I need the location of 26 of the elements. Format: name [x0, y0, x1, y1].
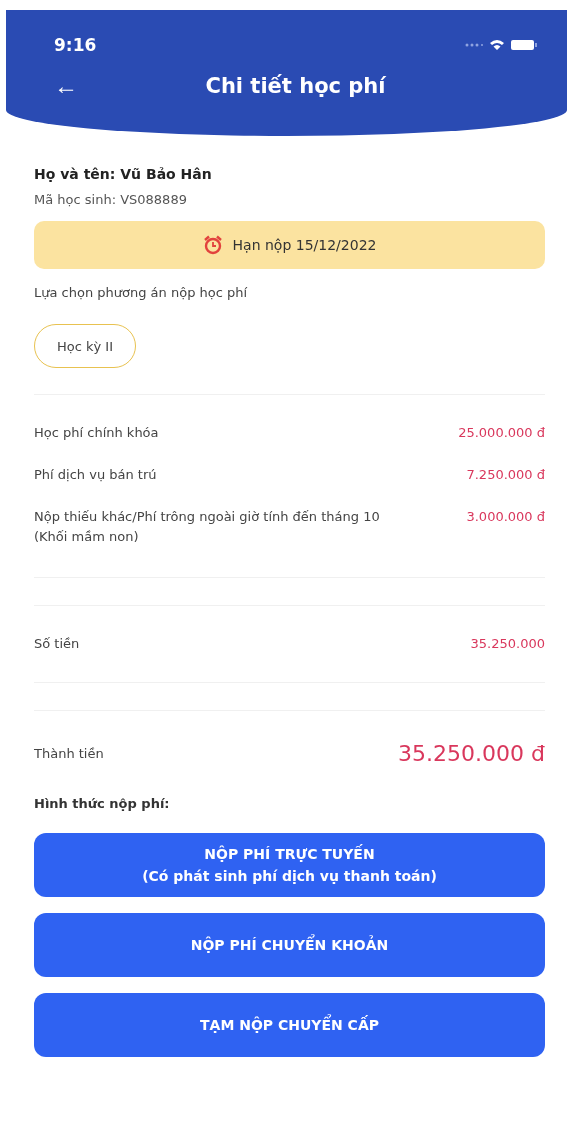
fee-amount: 7.250.000 đ — [466, 466, 545, 484]
subtotal-label: Số tiền — [34, 635, 80, 653]
wifi-icon — [489, 39, 505, 51]
student-name: Họ và tên: Vũ Bảo Hân — [34, 166, 213, 182]
fee-name: Học phí chính khóa — [34, 424, 159, 442]
student-id: Mã học sinh: VS088889 — [34, 192, 188, 207]
signal-icon — [465, 43, 483, 47]
total-amount: 35.250.000 đ — [398, 741, 545, 766]
fee-name: Phí dịch vụ bán trú — [34, 466, 157, 484]
alarm-clock-icon — [202, 235, 223, 255]
battery-icon — [511, 39, 537, 51]
total-label: Thành tiền — [34, 744, 104, 763]
back-button[interactable]: ← — [54, 72, 94, 100]
fee-amount: 25.000.000 đ — [458, 424, 545, 442]
payment-button[interactable]: NỘP PHÍ CHUYỂN KHOẢN — [34, 913, 545, 977]
status-time: 9:16 — [54, 35, 97, 55]
plan-label: Lựa chọn phương án nộp học phí — [34, 285, 249, 300]
payment-label: Hình thức nộp phí: — [34, 796, 171, 811]
screen-title: Chi tiết học phí — [204, 74, 387, 98]
deadline-text: Hạn nộp 15/12/2022 — [232, 237, 377, 253]
payment-button[interactable]: NỘP PHÍ TRỰC TUYẾN (Có phát sinh phí dịch vụ thanh toán) — [34, 833, 545, 897]
payment-button[interactable]: TẠM NỘP CHUYỂN CẤP — [34, 993, 545, 1057]
fee-name: Nộp thiếu khác/Phí trông ngoài giờ tính đến tháng 10 (Khối mầm non) — [34, 508, 381, 546]
plan-option[interactable]: Học kỳ II — [34, 324, 137, 368]
subtotal-amount: 35.250.000 — [470, 635, 545, 653]
fee-amount: 3.000.000 đ — [466, 508, 545, 526]
